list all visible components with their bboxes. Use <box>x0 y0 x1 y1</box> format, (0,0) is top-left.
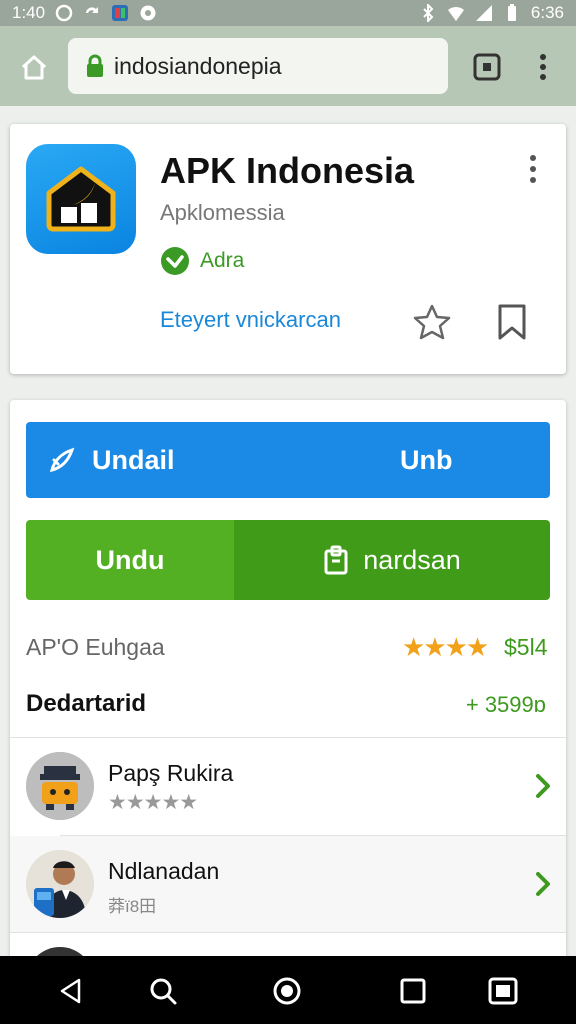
search-button[interactable] <box>146 974 180 1008</box>
screenshot-button[interactable] <box>486 974 520 1008</box>
secondary-left-segment[interactable]: Undu <box>26 520 234 600</box>
browser-toolbar: indosiandonepia <box>0 26 576 106</box>
section-count: + 3599ɒ <box>465 692 546 717</box>
app-link[interactable]: Eteyert vnickarcan <box>160 307 341 333</box>
rating-value: $5l4 <box>504 634 548 660</box>
back-button[interactable] <box>54 974 88 1008</box>
tabs-button[interactable] <box>468 48 506 86</box>
lock-icon <box>87 54 103 77</box>
verified-badge: Adra <box>160 246 244 276</box>
bookmark-button[interactable] <box>494 302 530 342</box>
record-icon <box>140 5 156 21</box>
home-button[interactable] <box>14 48 54 88</box>
star-outline-icon <box>413 304 451 340</box>
status-time: 1:40 <box>12 3 46 22</box>
app-notification-icon <box>112 5 129 21</box>
app-header-card: APK Indonesia Apklomessia Adra Eteyert v… <box>10 124 566 374</box>
wifi-icon <box>447 6 464 21</box>
secondary-right-segment[interactable]: nardsan <box>234 520 550 600</box>
document-icon <box>324 545 348 575</box>
url-text: indosiandonepia <box>114 52 282 79</box>
bookmark-icon <box>498 304 526 340</box>
signal-icon <box>475 5 492 21</box>
secondary-download-button[interactable]: Undu nardsan <box>26 520 550 600</box>
bluetooth-icon <box>423 4 434 22</box>
recents-square-icon <box>400 978 426 1004</box>
verified-label: Adra <box>200 249 245 272</box>
house-logo-icon <box>46 166 116 232</box>
secondary-right-label: nardsan <box>363 544 461 575</box>
url-bar[interactable]: indosiandonepia <box>68 38 448 94</box>
screen-icon <box>488 977 518 1005</box>
person-avatar <box>26 850 94 918</box>
primary-left-label: Undail <box>92 444 175 475</box>
list-item-stars: ★★★★★ <box>108 791 198 814</box>
tabs-icon <box>473 53 501 81</box>
list-item[interactable]: Papş Rukira ★★★★★ <box>10 738 566 834</box>
circle-icon <box>55 4 73 22</box>
back-triangle-icon <box>60 978 81 1004</box>
robot-icon <box>26 752 94 820</box>
search-icon <box>150 978 177 1005</box>
list-item-subtitle: 莽ï8田 <box>108 897 157 916</box>
overflow-menu-button[interactable] <box>528 48 558 86</box>
sync-icon <box>86 7 99 13</box>
more-vert-icon <box>530 155 536 183</box>
status-bar: 1:40 6:36 <box>0 0 576 26</box>
navigation-bar <box>0 956 576 1024</box>
section-title: Dedartarid <box>26 690 147 717</box>
overflow-menu-icon <box>540 54 546 80</box>
content-card: Undail Unb Undu nardsan AP'O Euhgaa ★★★★… <box>10 400 566 960</box>
secondary-left-label: Undu <box>95 544 165 575</box>
rating-label: AP'O Euhgaa <box>26 634 165 660</box>
app-icon <box>26 144 136 254</box>
app-developer[interactable]: Apklomessia <box>160 200 285 226</box>
app-more-button[interactable] <box>522 152 544 186</box>
rating-row: AP'O Euhgaa ★★★★ $5l4 <box>26 630 550 666</box>
robot-avatar <box>26 752 94 820</box>
section-header: Dedartarid + 3599ɒ <box>26 688 550 724</box>
recents-button[interactable] <box>396 974 430 1008</box>
status-clock: 6:36 <box>530 3 564 22</box>
primary-download-button[interactable]: Undail Unb <box>26 422 550 498</box>
rocket-icon <box>49 447 75 473</box>
person-photo-icon <box>26 850 94 918</box>
list-item[interactable]: Ndlanadan 莽ï8田 <box>10 836 566 932</box>
list-item-name: Ndlanadan <box>108 858 220 884</box>
chevron-right-icon <box>536 872 550 896</box>
rating-stars: ★★★★ <box>402 632 489 662</box>
check-circle-icon <box>161 247 189 275</box>
home-nav-button[interactable] <box>270 974 304 1008</box>
list-item-name: Papş Rukira <box>108 760 234 786</box>
battery-icon <box>507 4 516 21</box>
favorite-button[interactable] <box>412 302 452 342</box>
home-icon <box>21 55 47 80</box>
home-circle-icon <box>273 977 301 1005</box>
chevron-right-icon <box>536 774 550 798</box>
primary-right-label: Unb <box>400 444 453 475</box>
app-title: APK Indonesia <box>160 150 415 191</box>
